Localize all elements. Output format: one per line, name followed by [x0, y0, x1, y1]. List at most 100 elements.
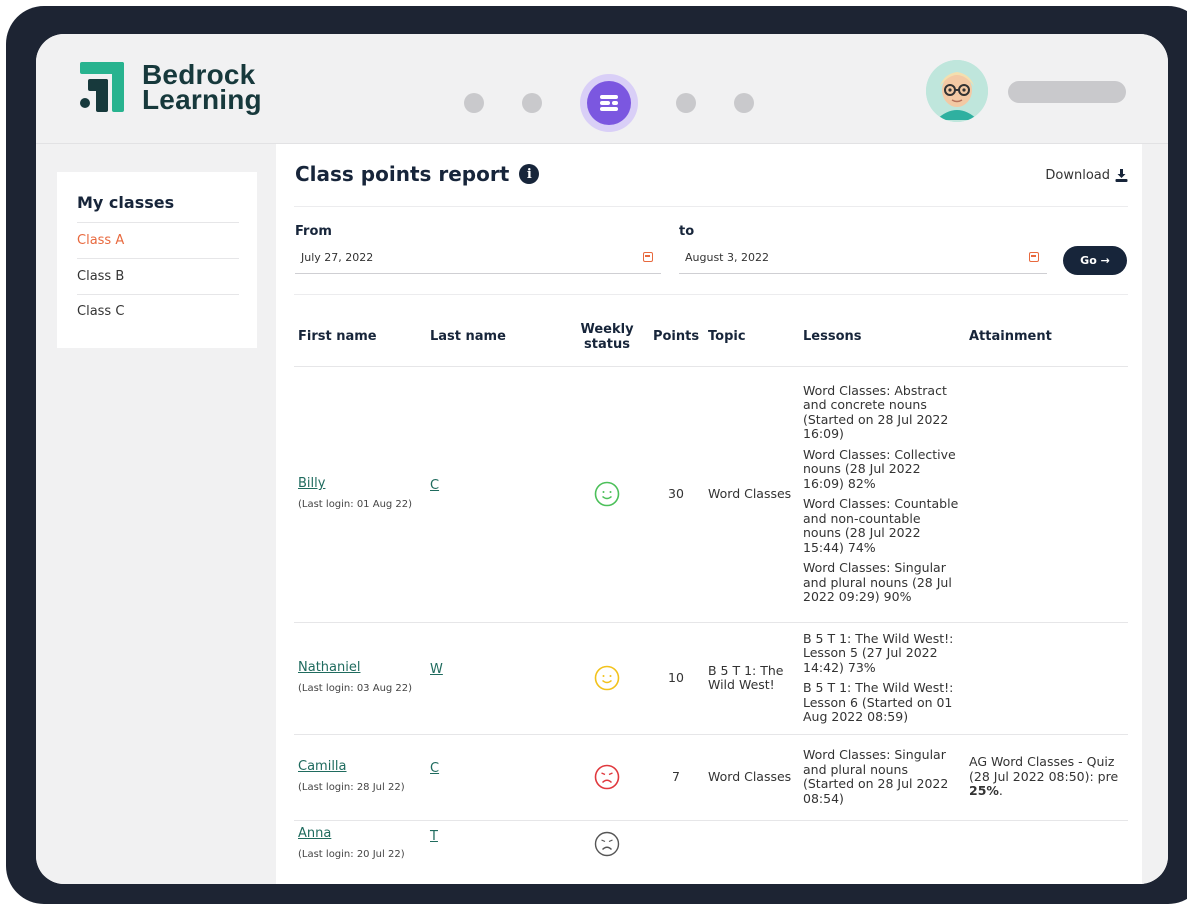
student-last-name-link[interactable]: C — [430, 761, 439, 777]
attainment-cell — [965, 365, 1128, 622]
user-name-placeholder[interactable] — [1008, 81, 1126, 103]
student-name-link[interactable]: Anna — [298, 826, 331, 842]
last-login: (Last login: 01 Aug 22) — [298, 498, 413, 510]
topic-cell: Word Classes — [704, 733, 799, 820]
lessons-cell: B 5 T 1: The Wild West!: Lesson 5 (27 Ju… — [799, 621, 965, 734]
content-area: My classes Class A Class B Class C Class… — [36, 144, 1168, 884]
bedrock-logo-mark-icon — [80, 62, 124, 112]
download-label: Download — [1045, 168, 1110, 183]
nav-menu-icon — [600, 95, 618, 111]
lessons-cell: Word Classes: Singular and plural nouns … — [799, 733, 965, 820]
status-cell — [566, 733, 648, 820]
student-name-link[interactable]: Nathaniel — [298, 660, 360, 675]
lesson-entry: Word Classes: Singular and plural nouns … — [803, 560, 952, 604]
lesson-entry: Word Classes: Collective nouns (28 Jul 2… — [803, 446, 956, 491]
nav-dot-3[interactable] — [676, 93, 696, 113]
go-button[interactable]: Go → — [1063, 246, 1127, 275]
attainment-cell — [965, 819, 1128, 868]
attainment-text: AG Word Classes - Quiz (28 Jul 2022 08:5… — [969, 754, 1119, 784]
nav-dot-4[interactable] — [734, 93, 754, 113]
lessons-cell: Word Classes: Abstract and concrete noun… — [799, 365, 965, 622]
lesson-entry: Word Classes: Countable and non-countabl… — [803, 496, 959, 555]
lessons-cell — [799, 819, 965, 868]
last-name-cell: T — [426, 819, 566, 868]
divider — [294, 206, 1128, 207]
last-name-cell: W — [426, 621, 566, 734]
calendar-icon[interactable] — [1029, 252, 1039, 262]
col-weekly-status: Weekly status — [580, 321, 634, 352]
status-cell — [566, 621, 648, 734]
student-name-link[interactable]: Camilla — [298, 759, 347, 774]
topic-cell: B 5 T 1: The Wild West! — [704, 621, 799, 734]
from-date-value: July 27, 2022 — [301, 251, 374, 264]
to-date-value: August 3, 2022 — [685, 251, 769, 264]
first-name-cell: Nathaniel (Last login: 03 Aug 22) — [294, 621, 426, 734]
sad-face-icon — [594, 764, 620, 790]
last-name-cell: C — [426, 733, 566, 820]
lesson-entry: Word Classes: Singular and plural nouns … — [803, 747, 949, 806]
last-login: (Last login: 20 Jul 22) — [298, 848, 405, 860]
points-table: First name Last name Weekly status Point… — [294, 308, 1128, 868]
divider — [77, 222, 239, 223]
nav-dot-2[interactable] — [522, 93, 542, 113]
col-lessons: Lessons — [803, 329, 862, 345]
table-row: Billy (Last login: 01 Aug 22) C 30 Word … — [294, 365, 1128, 622]
points-cell: 30 — [648, 365, 704, 622]
lesson-entry: Word Classes: Abstract and concrete noun… — [803, 382, 949, 441]
student-last-name-link[interactable]: C — [430, 478, 439, 494]
lesson-entry: B 5 T 1: The Wild West!: Lesson 5 (27 Ju… — [803, 630, 954, 675]
col-attainment: Attainment — [969, 329, 1052, 345]
top-nav — [464, 74, 792, 132]
happy-face-icon — [594, 665, 620, 691]
status-cell — [566, 365, 648, 622]
happy-face-icon — [594, 481, 620, 507]
to-date-field[interactable]: August 3, 2022 — [679, 244, 1047, 274]
sidebar-item-class-b[interactable]: Class B — [77, 269, 124, 284]
divider — [77, 294, 239, 295]
col-first-name: First name — [298, 329, 377, 345]
app-screen: Bedrock Learning My classes Class A Clas… — [36, 34, 1168, 884]
nav-dot-1[interactable] — [464, 93, 484, 113]
student-last-name-link[interactable]: T — [430, 829, 438, 844]
table-header-row: First name Last name Weekly status Point… — [294, 308, 1128, 366]
top-navigation-bar: Bedrock Learning — [36, 34, 1168, 144]
to-label: to — [679, 224, 695, 239]
info-icon[interactable]: i — [519, 164, 540, 184]
avatar-face-icon — [926, 60, 988, 122]
nav-active-button[interactable] — [580, 74, 638, 132]
attainment-cell — [965, 621, 1128, 734]
points-cell — [648, 819, 704, 868]
topic-cell — [704, 819, 799, 868]
first-name-cell: Anna (Last login: 20 Jul 22) — [294, 819, 426, 868]
sidebar-item-class-c[interactable]: Class C — [77, 304, 124, 319]
student-name-link[interactable]: Billy — [298, 476, 325, 491]
page-title-text: Class points report — [295, 162, 510, 186]
divider — [77, 258, 239, 259]
sidebar-item-class-a[interactable]: Class A — [77, 233, 124, 248]
device-background: Bedrock Learning My classes Class A Clas… — [0, 0, 1187, 907]
col-last-name: Last name — [430, 329, 506, 345]
last-name-cell: C — [426, 365, 566, 622]
last-login: (Last login: 28 Jul 22) — [298, 781, 405, 793]
col-points: Points — [652, 329, 700, 345]
first-name-cell: Billy (Last login: 01 Aug 22) — [294, 365, 426, 622]
bedrock-logo[interactable]: Bedrock Learning — [80, 61, 262, 114]
download-button[interactable]: Download — [1045, 168, 1128, 183]
student-last-name-link[interactable]: W — [430, 662, 443, 678]
from-label: From — [295, 224, 332, 239]
user-avatar[interactable] — [926, 60, 988, 122]
classes-sidebar: My classes Class A Class B Class C — [57, 172, 257, 348]
col-topic: Topic — [708, 329, 746, 345]
lesson-entry: B 5 T 1: The Wild West!: Lesson 6 (Start… — [803, 680, 954, 724]
download-icon — [1115, 169, 1128, 182]
divider — [294, 294, 1128, 295]
sad-face-icon — [594, 832, 620, 857]
from-date-field[interactable]: July 27, 2022 — [295, 244, 661, 274]
last-login: (Last login: 03 Aug 22) — [298, 682, 413, 694]
calendar-icon[interactable] — [643, 252, 653, 262]
table-row: Camilla (Last login: 28 Jul 22) C 7 Word… — [294, 733, 1128, 820]
bedrock-logo-text: Bedrock Learning — [142, 61, 262, 114]
first-name-cell: Camilla (Last login: 28 Jul 22) — [294, 733, 426, 820]
page-title: Class points report i — [295, 162, 540, 186]
table-row: Nathaniel (Last login: 03 Aug 22) W 10 B… — [294, 621, 1128, 734]
